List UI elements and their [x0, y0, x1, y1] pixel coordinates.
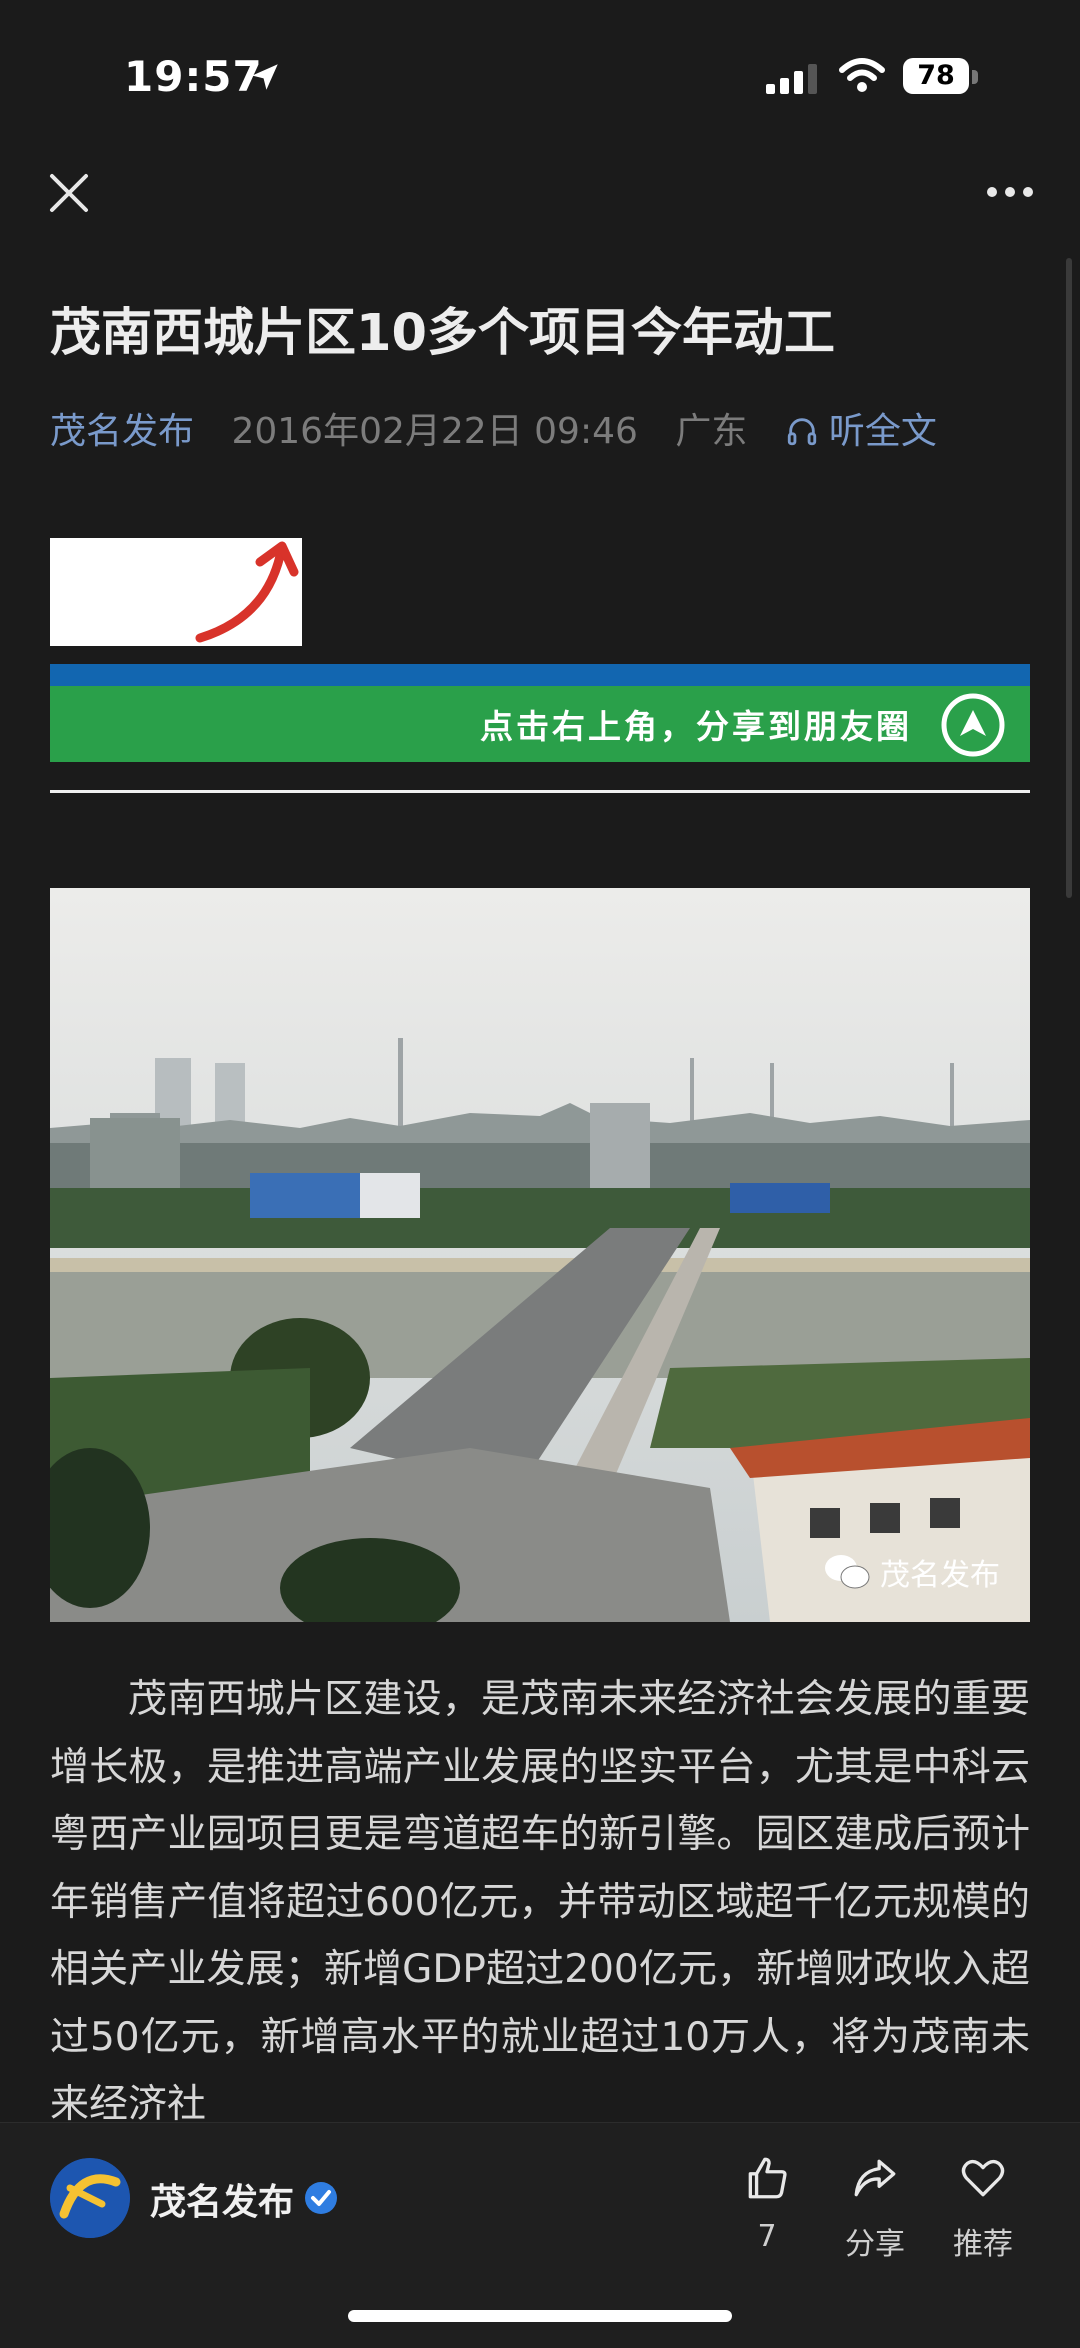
- battery-indicator: 78: [903, 58, 969, 94]
- share-icon: [854, 2159, 896, 2197]
- banner-top-strip: [50, 664, 1030, 686]
- photo-watermark: 茂名发布: [824, 1550, 1000, 1594]
- signal-icon: [766, 64, 817, 94]
- heart-icon: [961, 2159, 1005, 2197]
- recommend-label: 推荐: [953, 2227, 1013, 2262]
- home-indicator[interactable]: [348, 2310, 732, 2322]
- city-bridge-photo: [50, 888, 1030, 1622]
- article-region: 广东: [675, 411, 748, 452]
- article-body: 茂南西城片区建设，是茂南未来经济社会发展的重要增长极，是推进高端产业发展的坚实平…: [50, 1677, 1030, 2124]
- listen-label: 听全文: [828, 411, 937, 452]
- wifi-icon: [839, 58, 885, 92]
- share-button[interactable]: 分享: [830, 2153, 920, 2263]
- like-count: 7: [757, 2219, 777, 2254]
- listen-button[interactable]: 听全文: [785, 411, 963, 452]
- status-time: 19:57: [124, 52, 263, 101]
- verified-icon: [305, 2182, 337, 2214]
- wechat-icon: [825, 1555, 870, 1589]
- location-arrow-icon: [252, 64, 278, 90]
- red-arrow-icon: [195, 541, 299, 643]
- status-bar: 19:57 78: [0, 0, 1080, 150]
- article-title: 茂南西城片区10多个项目今年动工: [50, 304, 835, 363]
- battery-cap: [972, 70, 978, 84]
- share-banner-text: 点击右上角，分享到朋友圈: [480, 707, 912, 746]
- account-logo: [50, 2158, 130, 2238]
- recommend-button[interactable]: 推荐: [938, 2153, 1028, 2263]
- account-avatar[interactable]: [50, 2158, 130, 2238]
- article-date: 2016年02月22日 09:46: [231, 411, 638, 452]
- up-arrow-icon: [941, 693, 1005, 757]
- scrollbar[interactable]: [1066, 258, 1072, 898]
- share-hint-image: [50, 538, 302, 646]
- article-photo[interactable]: 茂名发布: [50, 888, 1030, 1622]
- share-banner: 点击右上角，分享到朋友圈: [50, 686, 1030, 762]
- article-meta: 茂名发布 2016年02月22日 09:46 广东 听全文: [50, 406, 1050, 458]
- like-button[interactable]: 7: [722, 2153, 812, 2254]
- article-source[interactable]: 茂名发布: [50, 411, 194, 452]
- like-icon: [748, 2157, 787, 2199]
- share-label: 分享: [845, 2227, 905, 2262]
- close-icon[interactable]: [46, 170, 92, 216]
- account-name[interactable]: 茂名发布: [150, 2173, 294, 2225]
- divider: [50, 790, 1030, 793]
- headphone-icon: [787, 418, 816, 446]
- more-icon[interactable]: [984, 184, 1036, 200]
- photo-watermark-text: 茂名发布: [880, 1558, 1000, 1593]
